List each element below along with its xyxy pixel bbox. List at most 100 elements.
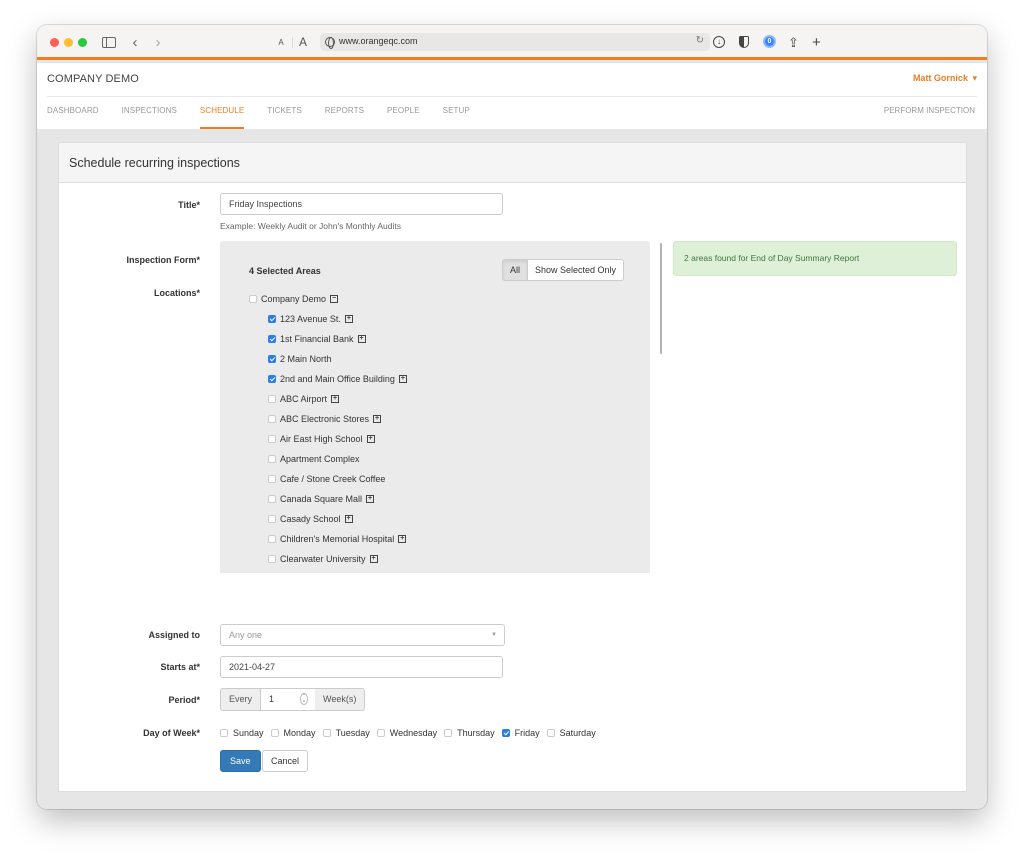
forward-icon[interactable]: › (153, 34, 163, 51)
location-label[interactable]: Apartment Complex (280, 454, 360, 464)
expand-icon[interactable]: + (398, 535, 407, 543)
location-checkbox[interactable] (268, 435, 276, 443)
expand-icon[interactable]: + (344, 315, 353, 323)
location-label[interactable]: Air East High School (280, 434, 363, 444)
filter-all-button[interactable]: All (502, 259, 529, 281)
day-option-wednesday[interactable]: Wednesday (376, 728, 437, 738)
location-label[interactable]: ABC Airport (280, 394, 327, 404)
location-checkbox[interactable] (268, 415, 276, 423)
header-divider (47, 96, 977, 97)
share-icon[interactable]: ⇪ (788, 34, 799, 51)
user-name[interactable]: Matt Gornick (913, 73, 968, 83)
location-label[interactable]: Cafe / Stone Creek Coffee (280, 474, 385, 484)
location-checkbox[interactable] (268, 475, 276, 483)
location-checkbox[interactable] (268, 335, 276, 343)
location-checkbox[interactable] (268, 315, 276, 323)
day-checkbox[interactable] (546, 729, 555, 737)
location-label[interactable]: Company Demo (261, 294, 326, 304)
locations-tree-box[interactable]: 4 Selected Areas All Show Selected Only … (220, 241, 650, 573)
user-menu[interactable]: Matt Gornick ▾ (913, 73, 977, 84)
location-checkbox[interactable] (268, 395, 276, 403)
day-option-tuesday[interactable]: Tuesday (322, 728, 370, 738)
location-checkbox[interactable] (268, 375, 276, 383)
filter-selected-only-button[interactable]: Show Selected Only (528, 259, 625, 281)
location-checkbox[interactable] (268, 535, 276, 543)
cancel-button[interactable]: Cancel (262, 750, 309, 772)
expand-icon[interactable]: + (373, 415, 382, 423)
decrease-font-button[interactable]: A (277, 34, 285, 51)
location-checkbox[interactable] (268, 555, 276, 563)
day-checkbox[interactable] (220, 729, 228, 737)
day-option-monday[interactable]: Monday (270, 728, 316, 738)
day-checkbox[interactable] (270, 729, 279, 737)
stepper-icon[interactable]: ⌃ ⌄ (300, 693, 309, 705)
reload-icon[interactable]: ↻ (696, 35, 704, 46)
expand-icon[interactable]: + (366, 495, 375, 503)
nav-tickets[interactable]: TICKETS (267, 106, 301, 129)
expand-icon[interactable]: + (357, 335, 366, 343)
tree-item: Clearwater University + (268, 549, 407, 569)
sidebar-icon[interactable] (102, 37, 116, 48)
starts-at-input[interactable]: 2021-04-27 (220, 656, 503, 678)
title-label: Title* (178, 200, 200, 210)
location-checkbox[interactable] (268, 455, 276, 463)
day-option-sunday[interactable]: Sunday (220, 728, 264, 738)
download-icon[interactable]: ↓ (713, 36, 725, 48)
location-label[interactable]: Canada Square Mall (280, 494, 362, 504)
location-checkbox[interactable] (268, 495, 276, 503)
location-label[interactable]: 2nd and Main Office Building (280, 374, 395, 384)
address-bar[interactable]: www.orangeqc.com ↻ (320, 33, 710, 51)
expand-icon[interactable]: + (398, 375, 407, 383)
nav-schedule[interactable]: SCHEDULE (199, 106, 245, 129)
url-text[interactable]: www.orangeqc.com (339, 36, 418, 46)
new-tab-icon[interactable]: + (812, 34, 821, 51)
close-window-button[interactable] (50, 38, 59, 47)
nav-people[interactable]: PEOPLE (387, 106, 420, 129)
tree-item: 2nd and Main Office Building + (268, 369, 407, 389)
location-label[interactable]: Clearwater University (280, 554, 366, 564)
location-label[interactable]: 123 Avenue St. (280, 314, 341, 324)
locations-scrollbar[interactable] (660, 243, 662, 354)
company-name[interactable]: COMPANY DEMO (47, 73, 139, 85)
nav-dashboard[interactable]: DASHBOARD (47, 106, 99, 129)
day-checkbox[interactable] (444, 729, 453, 737)
location-checkbox[interactable] (268, 355, 276, 363)
back-icon[interactable]: ‹ (130, 34, 140, 51)
title-input[interactable]: Friday Inspections (220, 193, 503, 215)
location-label[interactable]: Casady School (280, 514, 341, 524)
period-number-input[interactable]: 1 ⌃ ⌄ (261, 688, 316, 711)
nav-inspections[interactable]: INSPECTIONS (122, 106, 177, 129)
perform-inspection-link[interactable]: PERFORM INSPECTION (884, 106, 975, 115)
location-label[interactable]: Children's Memorial Hospital (280, 534, 394, 544)
minimize-window-button[interactable] (64, 38, 73, 47)
expand-icon[interactable]: + (369, 555, 378, 563)
nav-reports[interactable]: REPORTS (325, 106, 364, 129)
expand-icon[interactable]: + (344, 515, 353, 523)
password-manager-icon[interactable]: 0 (763, 35, 776, 48)
location-checkbox[interactable] (249, 295, 257, 303)
collapse-icon[interactable]: − (330, 295, 339, 303)
location-checkbox[interactable] (268, 515, 276, 523)
tree-item: 2 Main North (268, 349, 407, 369)
day-checkbox[interactable] (501, 729, 510, 737)
location-label[interactable]: 2 Main North (280, 354, 332, 364)
tree-item: ABC Airport + (268, 389, 407, 409)
day-checkbox[interactable] (322, 729, 331, 737)
maximize-window-button[interactable] (78, 38, 87, 47)
privacy-shield-icon[interactable] (739, 36, 749, 48)
expand-icon[interactable]: + (331, 395, 340, 403)
browser-toolbar: ‹ › A A www.orangeqc.com ↻ ↓ 0 ⇪ + (37, 25, 987, 60)
locations-label: Locations* (153, 288, 200, 298)
nav-setup[interactable]: SETUP (443, 106, 470, 129)
period-label: Period* (168, 695, 200, 705)
assigned-to-select[interactable]: Any one ▼ (220, 624, 505, 646)
day-option-thursday[interactable]: Thursday (444, 728, 495, 738)
save-button[interactable]: Save (220, 750, 261, 772)
increase-font-button[interactable]: A (298, 34, 308, 51)
day-option-friday[interactable]: Friday (501, 728, 540, 738)
location-label[interactable]: 1st Financial Bank (280, 334, 354, 344)
day-checkbox[interactable] (376, 729, 385, 737)
day-option-saturday[interactable]: Saturday (546, 728, 596, 738)
location-label[interactable]: ABC Electronic Stores (280, 414, 369, 424)
expand-icon[interactable]: + (366, 435, 375, 443)
